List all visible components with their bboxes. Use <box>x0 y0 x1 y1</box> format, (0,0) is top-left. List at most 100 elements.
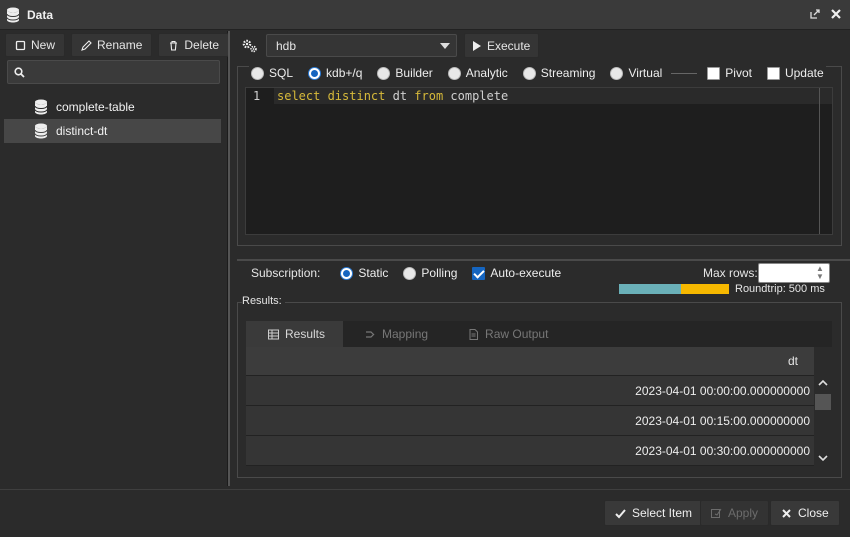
scroll-down-icon[interactable] <box>817 453 829 465</box>
tree-item-label: complete-table <box>56 100 135 114</box>
new-icon <box>15 40 26 50</box>
pivot-checkbox[interactable] <box>707 66 721 80</box>
query-mode-bar: SQL kdb+/q Builder Analytic Streaming Vi… <box>249 66 826 80</box>
subscription-row: Subscription: Static Polling Auto-execut… <box>251 266 576 280</box>
delete-button[interactable]: Delete <box>158 33 230 57</box>
results-label: Results: <box>242 295 285 307</box>
pivot-label: Pivot <box>725 66 752 80</box>
query-editor[interactable]: 1 select distinct dt from complete <box>245 87 833 235</box>
mode-streaming[interactable]: Streaming <box>522 66 595 80</box>
radio-virtual[interactable] <box>610 66 624 80</box>
spinner[interactable]: ▲ ▼ <box>813 265 827 281</box>
radio-analytic[interactable] <box>447 66 461 80</box>
search-input[interactable] <box>7 60 220 84</box>
panel-splitter[interactable] <box>228 31 237 486</box>
edit-icon <box>711 508 722 518</box>
popout-icon[interactable] <box>809 8 821 20</box>
database-icon <box>6 7 20 22</box>
search-icon <box>14 67 25 78</box>
connection-value: hdb <box>276 38 297 53</box>
radio-polling[interactable] <box>403 266 417 280</box>
auto-execute-option[interactable]: Auto-execute <box>472 266 561 280</box>
tab-results[interactable]: Results <box>246 321 344 347</box>
mode-sql[interactable]: SQL <box>251 66 293 80</box>
results-tabs: Results Mapping Raw Output <box>246 321 832 347</box>
close-button[interactable]: Close <box>770 500 840 526</box>
roundtrip-segment-a <box>619 284 681 294</box>
mode-kdb[interactable]: kdb+/q <box>308 66 362 80</box>
tree-item-complete-table[interactable]: complete-table <box>4 95 221 119</box>
table-row[interactable]: 2023-04-01 00:00:00.000000000 <box>246 376 814 406</box>
ident-token: complete <box>443 89 509 103</box>
connection-select[interactable]: hdb <box>266 34 457 57</box>
mode-analytic[interactable]: Analytic <box>447 66 508 80</box>
radio-builder[interactable] <box>377 66 391 80</box>
chevron-down-icon[interactable]: ▼ <box>816 273 824 281</box>
results-grid: dt 2023-04-01 00:00:00.000000000 2023-04… <box>246 347 832 467</box>
tree-item-label: distinct-dt <box>56 124 108 138</box>
tree-item-distinct-dt[interactable]: distinct-dt <box>4 119 221 143</box>
max-rows-input[interactable]: ▲ ▼ <box>758 263 830 283</box>
rename-button-label: Rename <box>97 38 143 52</box>
document-icon <box>469 328 479 340</box>
left-panel: New Rename Delete complete-table distinc… <box>0 31 230 486</box>
tab-label: Raw Output <box>485 327 549 341</box>
check-icon <box>615 508 626 518</box>
table-row[interactable]: 2023-04-01 00:30:00.000000000 <box>246 436 814 466</box>
apply-button[interactable]: Apply <box>700 500 770 526</box>
option-label: Polling <box>421 266 458 280</box>
scrollbar-thumb[interactable] <box>815 394 831 410</box>
select-item-button[interactable]: Select Item <box>604 500 704 526</box>
mapping-icon <box>366 330 375 338</box>
radio-kdb[interactable] <box>308 66 322 80</box>
grid-corner <box>814 347 832 376</box>
dialog-footer: Select Item Apply Close <box>0 489 850 537</box>
editor-margin-line <box>819 88 820 234</box>
update-checkbox[interactable] <box>766 66 780 80</box>
close-icon <box>782 508 791 518</box>
editor-line[interactable]: select distinct dt from complete <box>274 88 832 104</box>
scroll-up-icon[interactable] <box>817 378 829 390</box>
cell-dt: 2023-04-01 00:00:00.000000000 <box>635 383 810 398</box>
vertical-scrollbar[interactable] <box>814 376 832 467</box>
mode-virtual[interactable]: Virtual <box>610 66 662 80</box>
chevron-down-icon <box>440 43 450 49</box>
close-icon[interactable] <box>830 8 842 20</box>
keyword-token: from <box>414 89 444 103</box>
pivot-option[interactable]: Pivot <box>707 66 752 80</box>
max-rows-label: Max rows: <box>703 266 758 280</box>
rename-button[interactable]: Rename <box>71 33 153 57</box>
subscription-static[interactable]: Static <box>340 266 388 280</box>
horizontal-splitter[interactable] <box>237 259 850 261</box>
auto-execute-checkbox[interactable] <box>472 266 486 280</box>
column-header-dt[interactable]: dt <box>246 347 814 376</box>
column-header-label: dt <box>787 354 798 368</box>
update-option[interactable]: Update <box>766 66 824 80</box>
subscription-polling[interactable]: Polling <box>403 266 457 280</box>
cell-dt: 2023-04-01 00:15:00.000000000 <box>635 413 810 428</box>
radio-streaming[interactable] <box>522 66 536 80</box>
tab-mapping[interactable]: Mapping <box>343 321 446 347</box>
edit-icon <box>81 39 92 51</box>
mode-label: Builder <box>395 66 433 80</box>
mode-label: Analytic <box>465 66 508 80</box>
database-icon <box>34 123 48 139</box>
execute-button[interactable]: Execute <box>464 33 540 58</box>
gears-icon[interactable] <box>242 39 258 53</box>
radio-static[interactable] <box>340 266 354 280</box>
execute-button-label: Execute <box>487 38 531 53</box>
left-toolbar: New Rename Delete <box>5 33 230 57</box>
ident-token: dt <box>385 89 415 103</box>
table-row[interactable]: 2023-04-01 00:15:00.000000000 <box>246 406 814 436</box>
mode-builder[interactable]: Builder <box>377 66 433 80</box>
tab-raw-output[interactable]: Raw Output <box>446 321 566 347</box>
tab-label: Results <box>285 327 326 341</box>
close-label: Close <box>798 506 829 520</box>
radio-sql[interactable] <box>251 66 264 80</box>
table-icon <box>268 329 279 339</box>
new-button[interactable]: New <box>5 33 66 57</box>
cell-dt: 2023-04-01 00:30:00.000000000 <box>635 443 810 458</box>
window-titlebar: Data <box>0 0 850 30</box>
mode-label: kdb+/q <box>326 66 363 80</box>
database-icon <box>34 99 48 115</box>
